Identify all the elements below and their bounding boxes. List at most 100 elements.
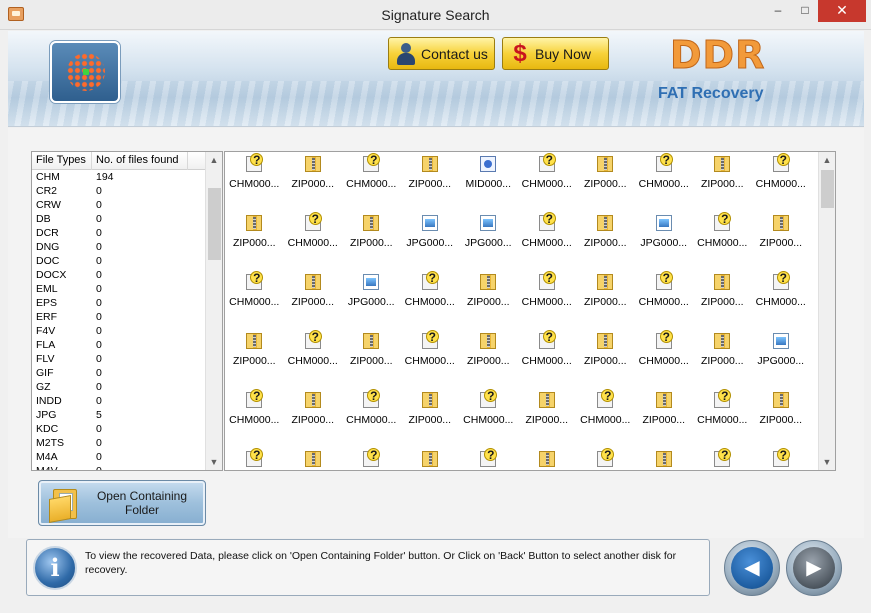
file-item[interactable]: ZIP000... xyxy=(576,215,635,274)
buy-now-button[interactable]: $ Buy Now xyxy=(502,37,609,70)
file-item[interactable]: CHM000... xyxy=(752,153,811,215)
files-scrollbar[interactable]: ▲ ▼ xyxy=(818,152,835,470)
file-item[interactable]: ZIP000... xyxy=(576,333,635,392)
file-item[interactable]: ZIP000... xyxy=(459,274,518,333)
table-row[interactable]: DB 0 xyxy=(32,212,206,226)
scroll-up-icon[interactable]: ▲ xyxy=(206,152,222,168)
file-item[interactable] xyxy=(284,451,343,470)
table-row[interactable]: M2TS 0 xyxy=(32,436,206,450)
file-types-scrollbar[interactable]: ▲ ▼ xyxy=(205,152,222,470)
recovered-files-view[interactable]: CHM000... ZIP000... CHM000... ZIP000... MID0… xyxy=(224,151,836,471)
file-item[interactable]: CHM000... xyxy=(635,330,694,392)
file-item[interactable]: CHM000... xyxy=(401,330,460,392)
file-item[interactable]: ZIP000... xyxy=(342,215,401,274)
table-row[interactable]: M4V 0 xyxy=(32,464,206,470)
file-item[interactable]: CHM000... xyxy=(401,271,460,333)
file-item[interactable]: JPG000... xyxy=(635,215,694,274)
table-row[interactable]: EML 0 xyxy=(32,282,206,296)
scroll-up-icon[interactable]: ▲ xyxy=(819,152,835,168)
file-item[interactable] xyxy=(635,451,694,470)
file-item[interactable]: ZIP000... xyxy=(284,156,343,215)
table-row[interactable]: DNG 0 xyxy=(32,240,206,254)
file-item[interactable]: ZIP000... xyxy=(693,333,752,392)
file-item[interactable]: CHM000... xyxy=(342,153,401,215)
table-row[interactable]: DOC 0 xyxy=(32,254,206,268)
next-button[interactable]: ▶ xyxy=(786,540,842,596)
table-row[interactable]: JPG 5 xyxy=(32,408,206,422)
file-item[interactable] xyxy=(342,448,401,470)
file-item[interactable]: CHM000... xyxy=(518,271,577,333)
file-item[interactable]: ZIP000... xyxy=(401,156,460,215)
file-item[interactable]: ZIP000... xyxy=(635,392,694,451)
file-item[interactable]: JPG000... xyxy=(459,215,518,274)
file-item[interactable]: CHM000... xyxy=(752,271,811,333)
file-item[interactable] xyxy=(225,448,284,470)
file-item[interactable] xyxy=(459,448,518,470)
file-item[interactable]: MID000... xyxy=(459,156,518,215)
file-item[interactable]: CHM000... xyxy=(518,212,577,274)
file-item[interactable]: JPG000... xyxy=(342,274,401,333)
table-row[interactable]: GIF 0 xyxy=(32,366,206,380)
file-item[interactable]: ZIP000... xyxy=(225,333,284,392)
file-item[interactable]: JPG000... xyxy=(752,333,811,392)
info-button[interactable]: i xyxy=(33,546,77,590)
file-item[interactable]: ZIP000... xyxy=(225,215,284,274)
file-item[interactable]: ZIP000... xyxy=(576,156,635,215)
file-item[interactable] xyxy=(576,448,635,470)
file-item[interactable]: ZIP000... xyxy=(693,156,752,215)
file-item[interactable]: ZIP000... xyxy=(284,274,343,333)
maximize-button[interactable]: □ xyxy=(792,0,818,22)
file-item[interactable]: ZIP000... xyxy=(752,215,811,274)
file-item[interactable]: CHM000... xyxy=(342,389,401,451)
scroll-thumb[interactable] xyxy=(821,170,834,208)
file-item[interactable] xyxy=(752,448,811,470)
file-item[interactable]: JPG000... xyxy=(401,215,460,274)
file-item[interactable]: ZIP000... xyxy=(752,392,811,451)
file-item[interactable]: ZIP000... xyxy=(576,274,635,333)
file-item[interactable]: CHM000... xyxy=(284,212,343,274)
file-item[interactable]: CHM000... xyxy=(635,271,694,333)
file-item[interactable]: CHM000... xyxy=(225,271,284,333)
table-row[interactable]: CHM 194 xyxy=(32,170,206,184)
file-item[interactable]: CHM000... xyxy=(225,389,284,451)
file-item[interactable] xyxy=(401,451,460,470)
file-item[interactable]: CHM000... xyxy=(284,330,343,392)
file-item[interactable] xyxy=(693,448,752,470)
file-item[interactable]: ZIP000... xyxy=(342,333,401,392)
file-item[interactable]: CHM000... xyxy=(693,389,752,451)
table-row[interactable]: EPS 0 xyxy=(32,296,206,310)
back-button[interactable]: ◀ xyxy=(724,540,780,596)
file-item[interactable]: CHM000... xyxy=(518,330,577,392)
scroll-down-icon[interactable]: ▼ xyxy=(819,454,835,470)
file-item[interactable] xyxy=(518,451,577,470)
column-header-file-types[interactable]: File Types xyxy=(32,152,92,170)
scroll-thumb[interactable] xyxy=(208,188,221,260)
file-item[interactable]: ZIP000... xyxy=(459,333,518,392)
table-row[interactable]: INDD 0 xyxy=(32,394,206,408)
file-item[interactable]: CHM000... xyxy=(635,153,694,215)
close-button[interactable]: ✕ xyxy=(818,0,866,22)
file-item[interactable]: ZIP000... xyxy=(518,392,577,451)
file-types-list[interactable]: File Types No. of files found CHM 194 CR2 0… xyxy=(31,151,223,471)
file-item[interactable]: CHM000... xyxy=(576,389,635,451)
minimize-button[interactable]: – xyxy=(764,0,792,22)
table-row[interactable]: CR2 0 xyxy=(32,184,206,198)
table-row[interactable]: DCR 0 xyxy=(32,226,206,240)
file-item[interactable]: CHM000... xyxy=(459,389,518,451)
table-row[interactable]: FLV 0 xyxy=(32,352,206,366)
table-row[interactable]: ERF 0 xyxy=(32,310,206,324)
file-item[interactable]: ZIP000... xyxy=(693,274,752,333)
contact-us-button[interactable]: Contact us xyxy=(388,37,495,70)
open-containing-folder-button[interactable]: Open Containing Folder xyxy=(38,480,206,526)
file-item[interactable]: ZIP000... xyxy=(284,392,343,451)
file-item[interactable]: ZIP000... xyxy=(401,392,460,451)
table-row[interactable]: FLA 0 xyxy=(32,338,206,352)
file-item[interactable]: CHM000... xyxy=(225,153,284,215)
scroll-down-icon[interactable]: ▼ xyxy=(206,454,222,470)
table-row[interactable]: M4A 0 xyxy=(32,450,206,464)
table-row[interactable]: F4V 0 xyxy=(32,324,206,338)
table-row[interactable]: DOCX 0 xyxy=(32,268,206,282)
column-header-files-found[interactable]: No. of files found xyxy=(92,152,188,170)
file-item[interactable]: CHM000... xyxy=(518,153,577,215)
table-row[interactable]: GZ 0 xyxy=(32,380,206,394)
